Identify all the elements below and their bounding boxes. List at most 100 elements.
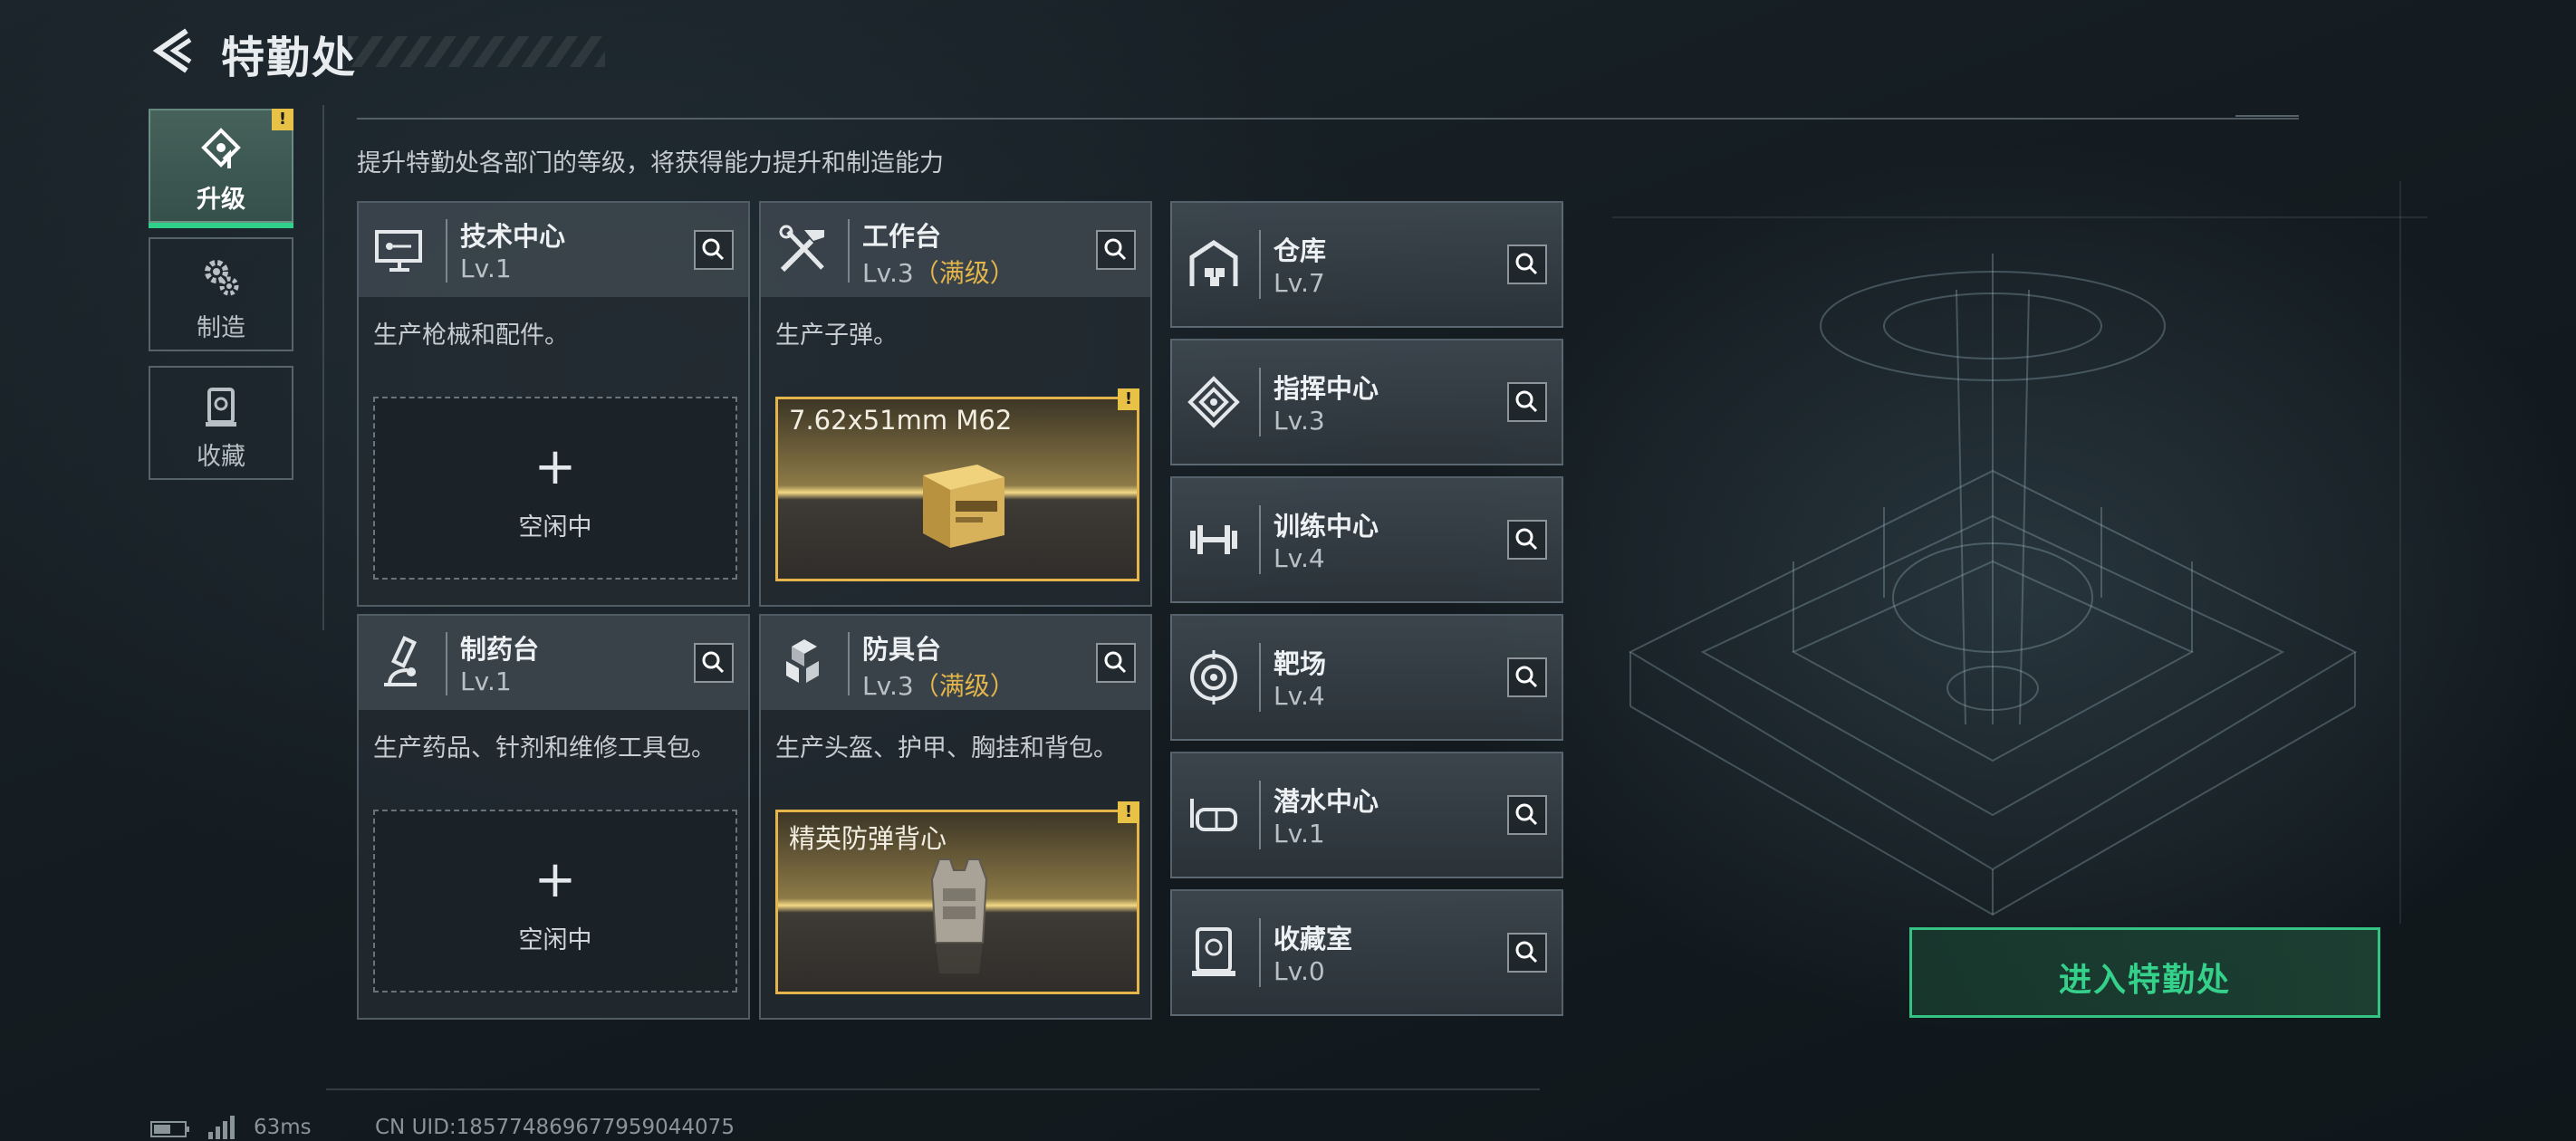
facility-collection-room[interactable]: 收藏室 Lv.0 bbox=[1170, 889, 1563, 1016]
facility-shooting-range[interactable]: 靶场 Lv.4 bbox=[1170, 614, 1563, 741]
card-separator bbox=[446, 219, 447, 283]
training-center-icon bbox=[1190, 525, 1237, 554]
enter-base-button[interactable]: 进入特勤处 bbox=[1909, 927, 2380, 1018]
card-separator bbox=[1259, 505, 1261, 574]
card-header: 防具台 Lv.3（满级） bbox=[761, 616, 1150, 710]
bottom-divider bbox=[326, 1088, 1540, 1090]
search-icon bbox=[1104, 238, 1127, 261]
search-button[interactable] bbox=[1507, 795, 1547, 835]
card-level: Lv.1 bbox=[460, 254, 512, 283]
card-separator bbox=[1259, 368, 1261, 436]
side-divider bbox=[322, 105, 324, 630]
facility-card-pharmacy: 制药台 Lv.1 生产药品、针剂和维修工具包。 + 空闲中 bbox=[357, 614, 750, 1020]
warning-badge: ! bbox=[272, 109, 293, 130]
facility-name: 潜水中心 bbox=[1274, 786, 1379, 817]
enter-base-label: 进入特勤处 bbox=[2058, 962, 2231, 999]
collection-icon bbox=[206, 388, 236, 427]
plus-icon: + bbox=[533, 850, 577, 909]
card-separator bbox=[1259, 918, 1261, 987]
production-slot-item[interactable]: 精英防弹背心 ! bbox=[775, 801, 1139, 994]
search-icon bbox=[1104, 651, 1127, 674]
card-level: Lv.3（满级） bbox=[862, 258, 1015, 288]
armor-bench-icon bbox=[786, 639, 819, 683]
warning-badge: ! bbox=[1118, 801, 1139, 823]
card-description: 生产头盔、护甲、胸挂和背包。 bbox=[775, 734, 1118, 762]
card-header: 工作台 Lv.3（满级） bbox=[761, 203, 1150, 297]
tech-center-icon bbox=[375, 230, 422, 272]
item-name: 精英防弹背心 bbox=[789, 823, 947, 854]
uid-label: CN UID:1857748696779590440​75 bbox=[375, 1116, 735, 1139]
facility-card-tech-center: 技术中心 Lv.1 生产枪械和配件。 + 空闲中 bbox=[357, 201, 750, 607]
facility-name: 训练中心 bbox=[1274, 511, 1379, 542]
header-divider bbox=[357, 115, 2299, 120]
section-description: 提升特勤处各部门的等级，将获得能力提升和制造能力 bbox=[357, 149, 944, 177]
facility-diving-center[interactable]: 潜水中心 Lv.1 bbox=[1170, 752, 1563, 878]
production-slot-empty[interactable]: + 空闲中 bbox=[373, 397, 737, 580]
ping-label: 63ms bbox=[254, 1116, 312, 1139]
production-slot-item[interactable]: 7.62x51mm M62 ! bbox=[775, 388, 1139, 581]
card-separator bbox=[848, 632, 850, 695]
signal-icon bbox=[208, 1116, 235, 1139]
search-icon bbox=[702, 238, 725, 261]
card-name: 工作台 bbox=[862, 221, 942, 252]
search-icon bbox=[1515, 803, 1538, 826]
nav-tab-label: 制造 bbox=[197, 314, 245, 342]
collection-room-icon bbox=[1192, 927, 1235, 976]
facility-level: Lv.3 bbox=[1274, 406, 1325, 436]
command-center-icon bbox=[1187, 376, 1240, 428]
search-button[interactable] bbox=[1507, 382, 1547, 422]
card-header: 技术中心 Lv.1 bbox=[359, 203, 748, 297]
search-button[interactable] bbox=[1507, 520, 1547, 560]
card-separator bbox=[1259, 643, 1261, 712]
shooting-range-icon bbox=[1190, 650, 1237, 705]
card-separator bbox=[446, 632, 447, 695]
facility-name: 靶场 bbox=[1274, 648, 1327, 679]
diving-center-icon bbox=[1190, 799, 1237, 831]
facility-card-armor-bench: 防具台 Lv.3（满级） 生产头盔、护甲、胸挂和背包。 精英防弹背心 ! bbox=[759, 614, 1152, 1020]
upgrade-icon bbox=[201, 128, 241, 168]
title-decoration bbox=[348, 36, 605, 67]
warehouse-icon bbox=[1189, 239, 1238, 286]
facility-name: 指挥中心 bbox=[1274, 373, 1379, 404]
nav-tab-collection[interactable]: 收藏 bbox=[149, 366, 293, 480]
back-arrow-icon[interactable] bbox=[150, 27, 196, 74]
nav-tab-craft[interactable]: 制造 bbox=[149, 237, 293, 351]
facility-training-center[interactable]: 训练中心 Lv.4 bbox=[1170, 476, 1563, 603]
pharmacy-icon bbox=[384, 636, 418, 686]
search-icon bbox=[1515, 941, 1538, 964]
production-slot-empty[interactable]: + 空闲中 bbox=[373, 810, 737, 992]
search-icon bbox=[1515, 666, 1538, 688]
search-icon bbox=[1515, 253, 1538, 275]
search-button[interactable] bbox=[694, 230, 734, 270]
card-name: 防具台 bbox=[862, 634, 942, 665]
search-icon bbox=[702, 651, 725, 674]
card-level: Lv.1 bbox=[460, 666, 512, 696]
search-button[interactable] bbox=[1507, 244, 1547, 284]
search-button[interactable] bbox=[1507, 657, 1547, 697]
gears-icon bbox=[205, 260, 239, 296]
facility-level: Lv.7 bbox=[1274, 268, 1325, 298]
card-separator bbox=[1259, 230, 1261, 299]
search-button[interactable] bbox=[1507, 933, 1547, 973]
search-button[interactable] bbox=[694, 643, 734, 683]
ammo-box-image bbox=[923, 465, 1004, 548]
nav-tab-label: 升级 bbox=[197, 186, 245, 214]
facility-command-center[interactable]: 指挥中心 Lv.3 bbox=[1170, 339, 1563, 465]
card-separator bbox=[848, 219, 850, 283]
facility-level: Lv.4 bbox=[1274, 543, 1325, 573]
battery-icon bbox=[150, 1121, 189, 1137]
base-wireframe-illustration bbox=[1612, 181, 2427, 924]
search-icon bbox=[1515, 390, 1538, 413]
search-button[interactable] bbox=[1096, 230, 1136, 270]
armor-vest-image bbox=[930, 858, 988, 973]
card-header: 制药台 Lv.1 bbox=[359, 616, 748, 710]
facility-card-workbench: 工作台 Lv.3（满级） 生产子弹。 7.62x51mm M62 ! bbox=[759, 201, 1152, 607]
card-name: 技术中心 bbox=[460, 221, 566, 252]
facility-warehouse[interactable]: 仓库 Lv.7 bbox=[1170, 201, 1563, 328]
facility-name: 收藏室 bbox=[1274, 924, 1353, 954]
search-icon bbox=[1515, 528, 1538, 551]
plus-icon: + bbox=[533, 437, 577, 496]
card-description: 生产子弹。 bbox=[775, 321, 898, 350]
nav-tab-upgrade[interactable]: 升级 ! bbox=[149, 109, 293, 228]
search-button[interactable] bbox=[1096, 643, 1136, 683]
